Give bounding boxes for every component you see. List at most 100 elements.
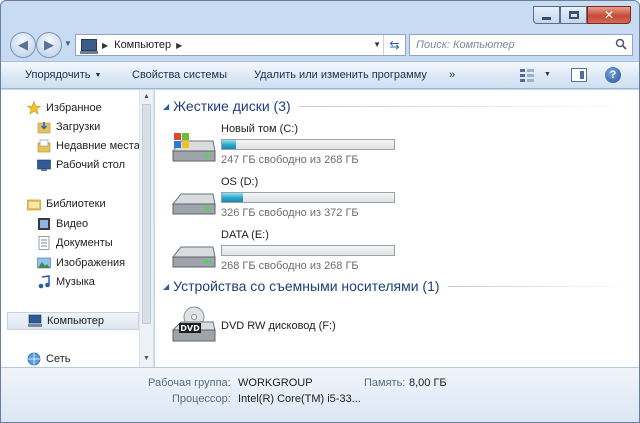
forward-button[interactable]: ▶ — [36, 32, 62, 58]
hard-drive-icon — [171, 246, 216, 268]
sidebar-label-downloads: Загрузки — [56, 121, 101, 133]
scroll-down-icon[interactable]: ▼ — [143, 355, 150, 362]
minimize-icon — [542, 16, 551, 20]
drive-usage-bar — [221, 192, 395, 203]
command-bar: Упорядочить ▼ Свойства системы Удалить ил… — [1, 61, 639, 89]
search-placeholder: Поиск: Компьютер — [416, 39, 515, 51]
sidebar-item-desktop[interactable]: Рабочий стол — [37, 156, 153, 174]
libraries-icon — [27, 199, 41, 211]
drive-usage-bar — [221, 245, 395, 256]
group-divider — [447, 285, 633, 287]
drive-free-space: 326 ГБ свободно из 372 ГБ — [221, 207, 359, 219]
dvd-badge: DVD — [180, 324, 200, 333]
change-view-icon[interactable] — [519, 68, 535, 82]
search-icon[interactable] — [615, 38, 627, 50]
help-icon[interactable]: ? — [605, 67, 621, 83]
sidebar-item-music[interactable]: Музыка — [37, 273, 153, 291]
drive-d[interactable]: OS (D:) 326 ГБ свободно из 372 ГБ — [171, 176, 401, 228]
sidebar-label-desktop: Рабочий стол — [56, 159, 126, 171]
refresh-icon: ⇆ — [389, 38, 400, 52]
more-commands-button[interactable]: » — [449, 69, 455, 81]
uninstall-program-label: Удалить или изменить программу — [254, 69, 427, 81]
chevron-right-icon[interactable]: ▶ — [102, 41, 108, 50]
collapse-triangle-icon[interactable]: ◢ — [163, 282, 169, 291]
music-icon — [38, 275, 50, 289]
drive-usage-fill — [222, 140, 236, 149]
maximize-icon — [568, 11, 579, 19]
address-history-dropdown[interactable]: ▼ — [373, 40, 381, 49]
drive-free-space: 268 ГБ свободно из 268 ГБ — [221, 260, 359, 272]
sidebar-label-libraries: Библиотеки — [46, 198, 106, 210]
address-bar[interactable]: ▶ Компьютер ▶ ▼ ⇆ — [75, 34, 406, 56]
group-header-hard-drives[interactable]: ◢ Жесткие диски (3) — [163, 98, 633, 114]
refresh-button[interactable]: ⇆ — [383, 35, 405, 55]
sidebar-label-music: Музыка — [56, 276, 95, 288]
preview-pane-icon[interactable] — [571, 68, 587, 82]
sidebar-item-video[interactable]: Видео — [37, 215, 153, 233]
recent-pages-dropdown[interactable]: ▼ — [64, 39, 72, 48]
close-button[interactable]: ✕ — [587, 6, 631, 24]
organize-label: Упорядочить — [25, 69, 91, 81]
minimize-button[interactable] — [533, 6, 560, 24]
sidebar-label-documents: Документы — [56, 237, 113, 249]
drive-f-dvd[interactable]: DVD DVD RW дисковод (F:) — [171, 306, 401, 350]
sidebar-item-recent-places[interactable]: Недавние места — [37, 137, 153, 155]
breadcrumb-computer[interactable]: Компьютер — [114, 39, 171, 51]
drive-c[interactable]: Новый том (C:) 247 ГБ свободно из 268 ГБ — [171, 123, 401, 175]
desktop-icon — [37, 159, 51, 171]
sidebar-label-video: Видео — [56, 218, 89, 230]
chevron-right-icon[interactable]: ▶ — [176, 41, 182, 50]
sidebar-item-documents[interactable]: Документы — [37, 234, 153, 252]
memory-value: 8,00 ГБ — [409, 377, 447, 389]
drive-e[interactable]: DATA (E:) 268 ГБ свободно из 268 ГБ — [171, 229, 401, 281]
sidebar-item-computer[interactable]: Компьютер — [7, 312, 139, 330]
back-button[interactable]: ◀ — [10, 32, 36, 58]
sidebar-item-favorites[interactable]: Избранное — [27, 99, 153, 117]
uninstall-program-button[interactable]: Удалить или изменить программу — [254, 69, 427, 81]
content-pane: ◢ Жесткие диски (3) Новый том (C:) 247 Г… — [155, 90, 639, 367]
sidebar-label-favorites: Избранное — [46, 102, 102, 114]
downloads-folder-icon — [37, 122, 51, 134]
navigation-scrollbar[interactable]: ▲ ▼ — [139, 90, 153, 367]
navigation-pane: Избранное Загрузки Недавние места Рабочи… — [1, 90, 154, 367]
maximize-button[interactable] — [560, 6, 587, 24]
group-title-hard-drives: Жесткие диски (3) — [173, 98, 291, 114]
sidebar-item-downloads[interactable]: Загрузки — [37, 118, 153, 136]
drive-name: Новый том (C:) — [221, 123, 298, 135]
search-box[interactable]: Поиск: Компьютер — [409, 34, 633, 56]
drive-usage-bar — [221, 139, 395, 150]
forward-arrow-icon: ▶ — [44, 37, 54, 52]
dvd-drive-icon: DVD — [171, 306, 216, 342]
workgroup-value: WORKGROUP — [238, 377, 313, 389]
system-properties-label: Свойства системы — [132, 69, 228, 81]
sidebar-item-libraries[interactable]: Библиотеки — [27, 195, 153, 213]
title-bar: ✕ — [1, 1, 639, 31]
documents-icon — [38, 236, 50, 250]
computer-icon — [80, 39, 98, 54]
organize-button[interactable]: Упорядочить ▼ — [25, 69, 101, 81]
system-properties-button[interactable]: Свойства системы — [132, 69, 227, 81]
recent-places-icon — [37, 139, 51, 153]
chevron-down-icon: ▼ — [94, 72, 102, 79]
sidebar-item-images[interactable]: Изображения — [37, 254, 153, 272]
scroll-up-icon[interactable]: ▲ — [143, 93, 150, 100]
group-title-removable: Устройства со съемными носителями (1) — [173, 278, 440, 294]
workgroup-label: Рабочая группа: — [148, 377, 231, 389]
group-header-removable[interactable]: ◢ Устройства со съемными носителями (1) — [163, 278, 633, 294]
sidebar-label-images: Изображения — [56, 257, 126, 269]
star-icon — [27, 101, 41, 115]
close-icon: ✕ — [603, 8, 615, 22]
scroll-thumb[interactable] — [142, 104, 151, 324]
hard-drive-icon — [171, 193, 216, 215]
explorer-window: ✕ ◀ ▶ ▼ ▶ Компьютер ▶ ▼ ⇆ Поиск: Компьют… — [0, 0, 640, 423]
video-icon — [38, 218, 50, 230]
cpu-label: Процессор: — [172, 393, 231, 405]
sidebar-item-network[interactable]: Сеть — [27, 350, 153, 367]
view-options-dropdown[interactable]: ▼ — [544, 71, 551, 78]
sidebar-label-network: Сеть — [46, 353, 71, 365]
more-commands-label: » — [449, 69, 456, 81]
memory-label: Память: — [364, 377, 406, 389]
collapse-triangle-icon[interactable]: ◢ — [163, 102, 169, 111]
drive-name: DATA (E:) — [221, 229, 269, 241]
network-icon — [27, 352, 41, 366]
